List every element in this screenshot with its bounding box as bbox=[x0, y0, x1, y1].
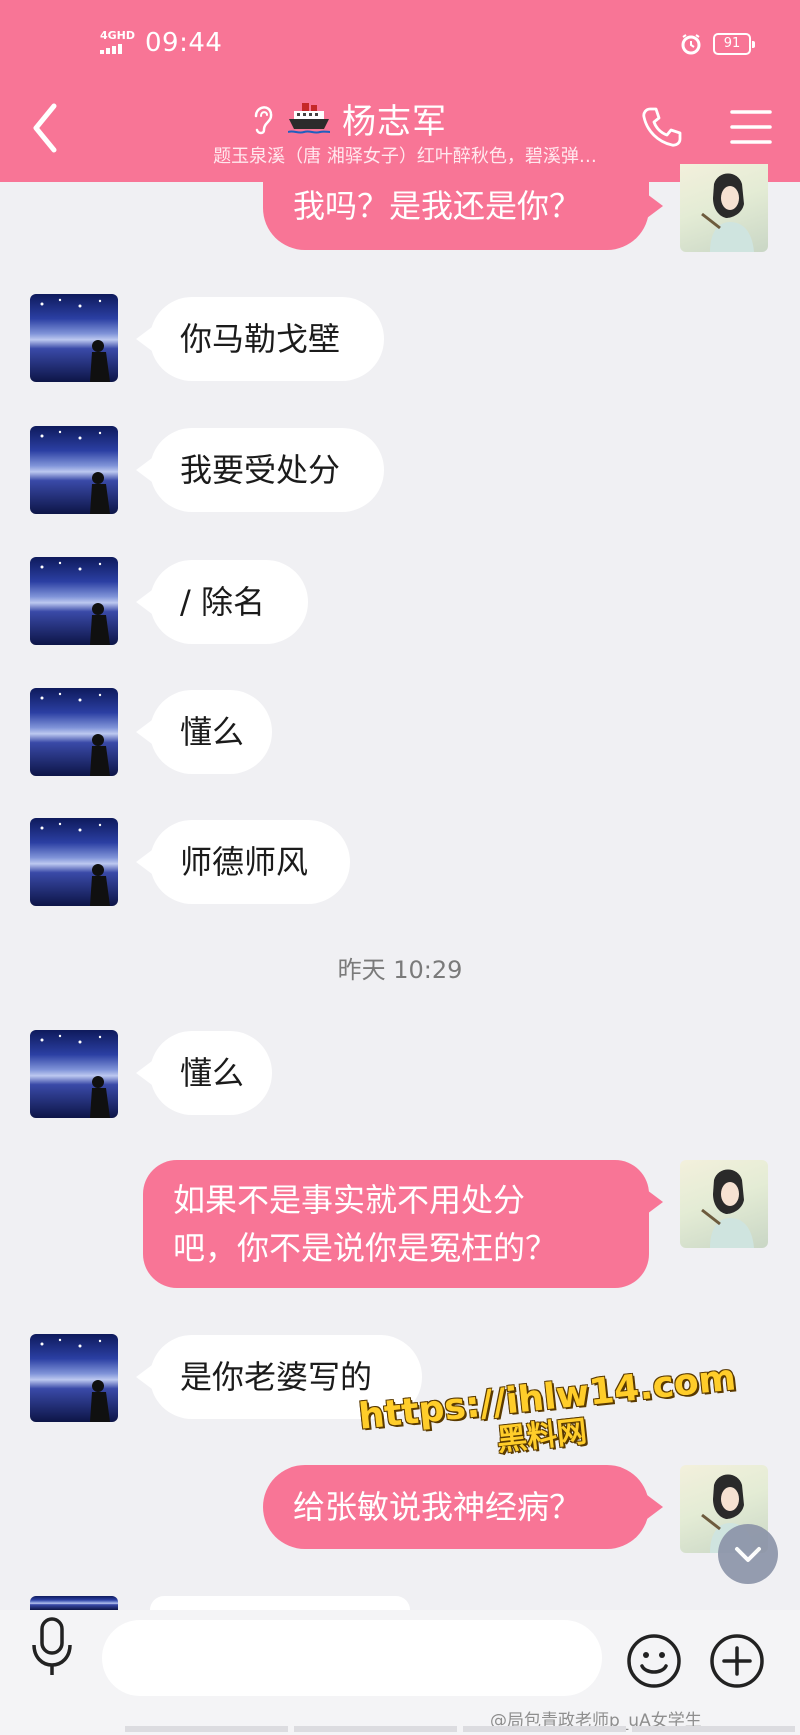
message-line: 吧，你不是说你是冤枉的？ bbox=[173, 1229, 558, 1267]
contact-name: 杨志军 bbox=[342, 101, 447, 142]
network-label: 4GHD bbox=[100, 29, 136, 42]
landscape-icon bbox=[40, 1034, 110, 1118]
message-line: 如果不是事实就不用处分 bbox=[173, 1181, 526, 1219]
ship-icon bbox=[288, 103, 330, 134]
avatar-contact[interactable] bbox=[30, 1334, 118, 1422]
avatar-contact[interactable] bbox=[30, 688, 118, 776]
back-icon[interactable] bbox=[28, 100, 64, 156]
avatar-contact[interactable] bbox=[30, 1030, 118, 1118]
avatar-self[interactable] bbox=[680, 164, 768, 252]
avatar-self[interactable] bbox=[680, 1160, 768, 1248]
avatar-contact[interactable] bbox=[30, 294, 118, 382]
chevron-down-icon bbox=[735, 1547, 761, 1562]
avatar-contact bbox=[30, 1596, 118, 1610]
emoji-icon[interactable] bbox=[626, 1633, 682, 1689]
phone-icon[interactable] bbox=[640, 105, 684, 149]
message-bubble[interactable]: 你马勒戈壁 bbox=[136, 297, 384, 381]
plus-icon[interactable] bbox=[709, 1633, 765, 1689]
signal-icon bbox=[100, 44, 122, 54]
avatar-contact[interactable] bbox=[30, 426, 118, 514]
landscape-icon bbox=[40, 561, 110, 645]
ear-icon bbox=[254, 106, 273, 135]
message-bubble[interactable]: 师德师风 bbox=[136, 820, 350, 904]
landscape-icon bbox=[40, 692, 110, 776]
menu-icon[interactable] bbox=[730, 108, 772, 146]
message-bubble bbox=[150, 1596, 410, 1610]
scroll-down-button[interactable] bbox=[718, 1524, 778, 1584]
message-bubble[interactable]: 懂么 bbox=[136, 1031, 272, 1115]
network-indicator: 4GHD bbox=[100, 30, 140, 56]
home-indicator bbox=[125, 1726, 795, 1732]
message-bubble[interactable]: 如果不是事实就不用处分 吧，你不是说你是冤枉的？ bbox=[143, 1160, 663, 1288]
message-bubble[interactable]: / 除名 bbox=[136, 560, 308, 644]
avatar-contact[interactable] bbox=[30, 557, 118, 645]
message-bubble[interactable]: 我要受处分 bbox=[136, 428, 384, 512]
status-time: 09:44 bbox=[145, 28, 223, 58]
chat-title[interactable]: 杨志军 bbox=[250, 93, 447, 143]
portrait-icon bbox=[701, 173, 754, 252]
landscape-icon bbox=[40, 822, 110, 906]
avatar-contact[interactable] bbox=[30, 818, 118, 906]
battery-indicator: 91 bbox=[713, 33, 755, 55]
landscape-icon bbox=[40, 1338, 110, 1422]
message-bubble[interactable]: 我吗？是我还是你？ bbox=[263, 164, 663, 250]
landscape-icon bbox=[40, 298, 110, 382]
portrait-icon bbox=[701, 1169, 754, 1248]
message-bubble[interactable]: 懂么 bbox=[136, 690, 272, 774]
message-bubble[interactable]: 给张敏说我神经病？ bbox=[263, 1465, 663, 1549]
voice-icon[interactable] bbox=[30, 1615, 74, 1679]
landscape-icon bbox=[40, 430, 110, 514]
alarm-icon bbox=[681, 34, 701, 55]
message-input[interactable] bbox=[102, 1620, 602, 1696]
timestamp-divider: 昨天 10:29 bbox=[337, 956, 463, 984]
